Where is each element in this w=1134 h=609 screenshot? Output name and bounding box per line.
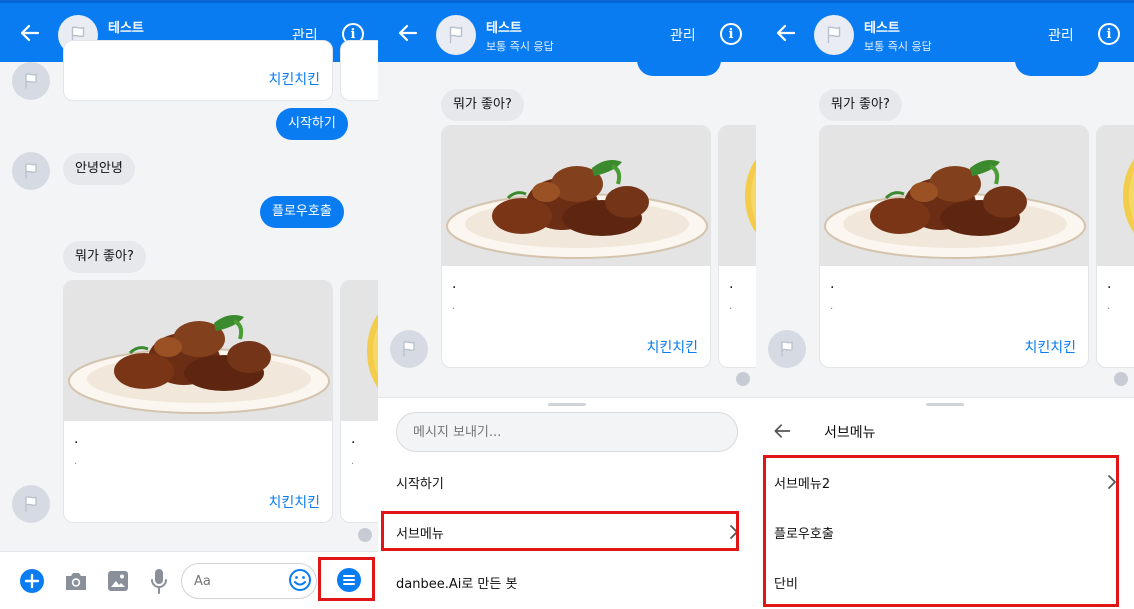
read-receipt-avatar — [1114, 372, 1128, 386]
bot-avatar — [12, 62, 50, 100]
info-circle-icon[interactable]: i — [720, 23, 742, 45]
flag-icon — [403, 341, 415, 357]
bot-avatar[interactable] — [436, 15, 476, 55]
flag-icon — [25, 73, 37, 89]
chicken-photo — [68, 315, 330, 414]
flag-icon — [781, 341, 793, 357]
microphone-icon[interactable] — [149, 567, 169, 595]
emoji-icon[interactable] — [288, 568, 312, 592]
chicken-photo — [446, 160, 708, 259]
persistent-menu-sheet: 시작하기 서브메뉴 danbee.Ai로 만든 봇 — [378, 397, 756, 609]
card-description: . — [351, 456, 355, 467]
egg-photo — [367, 314, 378, 388]
arrow-left-icon[interactable] — [18, 21, 42, 45]
card-title: . — [452, 276, 457, 292]
chat-screen-2: 테스트 보통 즉시 응답 관리 i 플로우호출 뭐가 좋아? — [378, 0, 756, 609]
flag-icon — [25, 496, 37, 512]
chicken-photo — [824, 160, 1086, 259]
highlight-box — [381, 511, 739, 551]
chat-title: 테스트 — [864, 21, 900, 36]
user-message-partial: 플로우호출 — [1015, 44, 1099, 76]
card-title: . — [1107, 276, 1112, 292]
user-message: 시작하기 — [276, 108, 348, 140]
bot-message: 안녕안녕 — [63, 153, 135, 185]
plus-circle-icon[interactable] — [19, 568, 45, 594]
bot-avatar — [390, 330, 428, 368]
card-title: . — [830, 276, 835, 292]
submenu-title: 서브메뉴 — [824, 425, 876, 441]
camera-icon[interactable] — [63, 570, 89, 592]
highlight-box — [763, 455, 1119, 607]
carousel-card-next: . . — [1096, 125, 1134, 368]
sheet-grab-handle[interactable] — [926, 403, 964, 406]
bot-avatar — [12, 485, 50, 523]
manage-button[interactable]: 관리 — [670, 25, 696, 45]
screens-wrapper: 테스트 보통 즉시 응답 관리 i 치킨치킨 시작하기 안녕안녕 플로우호출 뭐… — [0, 0, 1134, 609]
chat-screen-3: 테스트 보통 즉시 응답 관리 i 플로우호출 뭐가 좋아? — [756, 0, 1134, 609]
sheet-grab-handle[interactable] — [548, 403, 586, 406]
card-partial-top: 치킨치킨 — [63, 40, 333, 101]
menu-item-start[interactable]: 시작하기 — [378, 464, 756, 500]
info-circle-icon[interactable]: i — [1098, 23, 1120, 45]
arrow-left-icon[interactable] — [396, 21, 420, 45]
bot-message: 뭐가 좋아? — [63, 241, 146, 273]
card-link-button[interactable]: 치킨치킨 — [646, 337, 698, 357]
chat-title: 테스트 — [108, 21, 144, 36]
flag-icon — [449, 26, 463, 44]
card-description: . — [1107, 301, 1111, 312]
chicken-image — [442, 126, 710, 266]
image-icon[interactable] — [106, 569, 130, 593]
read-receipt-avatar — [358, 528, 372, 542]
next-card-image — [341, 281, 378, 421]
message-input[interactable] — [396, 412, 738, 452]
carousel-card-next: . . — [340, 280, 378, 523]
read-receipt-avatar — [736, 372, 750, 386]
carousel-card: . . 치킨치킨 — [441, 125, 711, 368]
chat-screen-1: 테스트 보통 즉시 응답 관리 i 치킨치킨 시작하기 안녕안녕 플로우호출 뭐… — [0, 0, 378, 609]
card-description: . — [452, 301, 456, 312]
bot-avatar — [12, 152, 50, 190]
card-title: . — [351, 431, 356, 447]
card-link-button[interactable]: 치킨치킨 — [1024, 337, 1076, 357]
card-link-button[interactable]: 치킨치킨 — [268, 69, 320, 89]
next-card-image — [1097, 126, 1134, 266]
card-link-button[interactable]: 치킨치킨 — [268, 492, 320, 512]
user-message: 플로우호출 — [260, 196, 344, 228]
bot-avatar[interactable] — [814, 15, 854, 55]
chicken-image — [820, 126, 1088, 266]
chat-title: 테스트 — [486, 21, 522, 36]
carousel-card-next: . . — [718, 125, 756, 368]
chat-subtitle: 보통 즉시 응답 — [864, 40, 932, 53]
bot-message: 뭐가 좋아? — [441, 89, 524, 121]
arrow-left-icon[interactable] — [772, 421, 792, 441]
flag-icon — [827, 26, 841, 44]
user-message-partial: 플로우호출 — [637, 44, 721, 76]
card-description: . — [729, 301, 733, 312]
bot-message: 뭐가 좋아? — [819, 89, 902, 121]
carousel-card: . . 치킨치킨 — [63, 280, 333, 523]
next-card-image — [719, 126, 756, 266]
egg-photo — [745, 159, 756, 233]
card-partial-top-next — [340, 40, 378, 101]
carousel-card: . . 치킨치킨 — [819, 125, 1089, 368]
card-description: . — [74, 456, 78, 467]
flag-icon — [25, 163, 37, 179]
manage-button[interactable]: 관리 — [1048, 25, 1074, 45]
card-description: . — [830, 301, 834, 312]
card-title: . — [729, 276, 734, 292]
egg-photo — [1123, 159, 1134, 233]
highlight-box — [318, 557, 375, 601]
menu-item-made-with[interactable]: danbee.Ai로 만든 봇 — [378, 564, 756, 600]
chat-subtitle: 보통 즉시 응답 — [486, 40, 554, 53]
bot-avatar — [768, 330, 806, 368]
chicken-image — [64, 281, 332, 421]
card-title: . — [74, 431, 79, 447]
arrow-left-icon[interactable] — [774, 21, 798, 45]
